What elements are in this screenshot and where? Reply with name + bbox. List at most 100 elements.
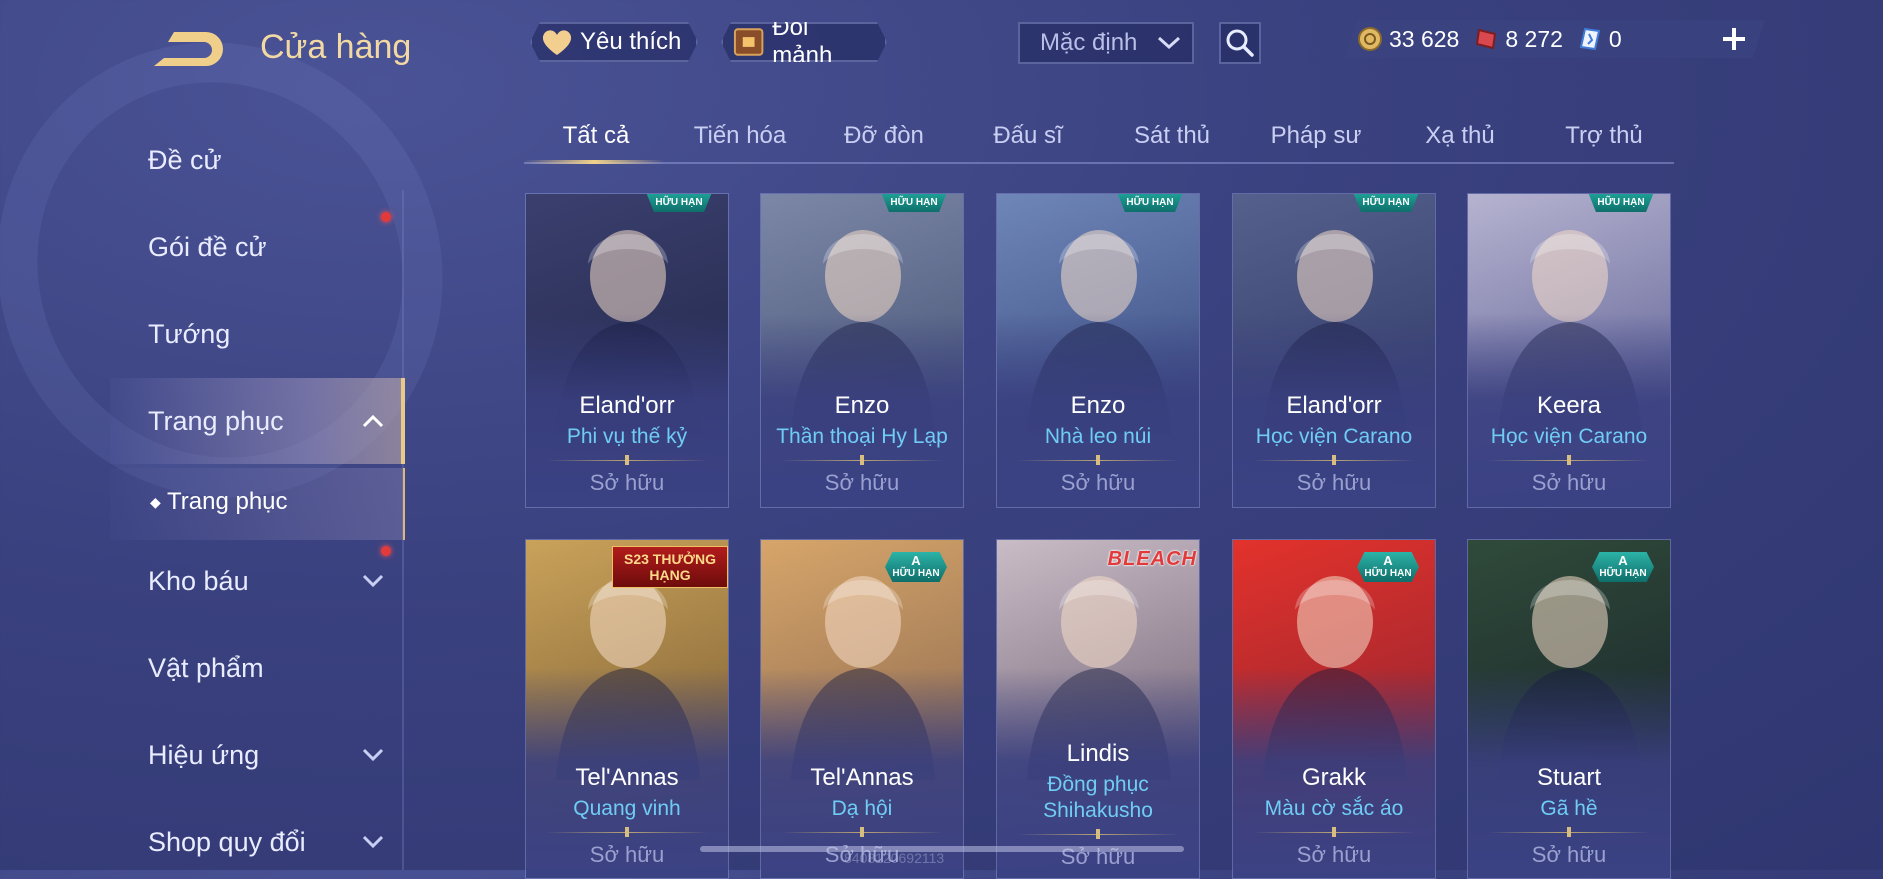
- hero-name: Tel'Annas: [575, 764, 679, 791]
- skin-card[interactable]: HỮU HẠN Keera Học viện Carano Sở hữu: [1467, 193, 1671, 508]
- skin-card[interactable]: A HỮU HẠN Stuart Gã hề Sở hữu: [1467, 539, 1671, 879]
- skin-name: Dạ hội: [831, 797, 893, 820]
- owned-status: Sở hữu: [824, 470, 900, 495]
- category-tabs: Tất cả Tiến hóa Đỡ đòn Đấu sĩ Sát thủ Ph…: [524, 112, 1674, 164]
- rank-letter: A: [1618, 553, 1628, 568]
- notification-dot: [381, 212, 391, 222]
- hero-name: Stuart: [1536, 764, 1602, 791]
- rank-a-limited-badge: A HỮU HẠN: [1592, 552, 1654, 582]
- tab-tank[interactable]: Đỡ đòn: [812, 112, 956, 160]
- chevron-down-icon: [362, 835, 384, 849]
- notification-dot: [381, 546, 391, 556]
- card-divider: [546, 460, 708, 461]
- card-divider: [781, 832, 943, 833]
- hero-name: Eland'orr: [579, 392, 675, 419]
- sidebar-item-label: Tướng: [148, 319, 231, 349]
- skin-card[interactable]: HỮU HẠN Eland'orr Học viện Carano Sở hữu: [1232, 193, 1436, 508]
- event-tag: S23 THƯỞNG HẠNG: [612, 546, 728, 588]
- skin-card[interactable]: BLEACH Lindis Đồng phục Shihakusho Sở hữu: [996, 539, 1200, 879]
- sidebar-subitem-label: Trang phục: [167, 488, 288, 515]
- chevron-down-icon: [362, 748, 384, 762]
- tab-all[interactable]: Tất cả: [524, 112, 668, 160]
- currency-bar: 33 628 8 272 0: [1345, 20, 1765, 58]
- rank-a-limited-badge: A HỮU HẠN: [1357, 552, 1419, 582]
- add-currency-button[interactable]: [1718, 20, 1750, 58]
- sidebar-item-label: Vật phẩm: [148, 653, 264, 683]
- gold-currency: 33 628: [1357, 26, 1459, 53]
- active-tab-indicator: [524, 160, 664, 164]
- skin-card[interactable]: A HỮU HẠN Tel'Annas Dạ hội Sở hữu: [760, 539, 964, 879]
- voucher-amount: 8 272: [1505, 25, 1563, 52]
- tab-assassin[interactable]: Sát thủ: [1100, 112, 1244, 160]
- card-divider: [1017, 834, 1179, 835]
- sidebar-subitem-skins[interactable]: ◆ Trang phục: [150, 488, 288, 516]
- limited-label: HỮU HẠN: [1364, 568, 1412, 579]
- skin-card[interactable]: HỮU HẠN Enzo Nhà leo núi Sở hữu: [996, 193, 1200, 508]
- hero-name: Eland'orr: [1286, 392, 1382, 419]
- card-divider: [1253, 832, 1415, 833]
- sidebar-item-recommended-packs[interactable]: Gói đề cử: [148, 227, 403, 267]
- hero-name: Enzo: [834, 392, 890, 419]
- chevron-down-icon: [362, 574, 384, 588]
- skin-name: Thần thoại Hy Lạp: [776, 425, 948, 448]
- skin-name: Học viện Carano: [1490, 425, 1648, 448]
- rank-letter: A: [911, 553, 921, 568]
- hero-name: Lindis: [1066, 740, 1130, 767]
- sidebar-item-effects[interactable]: Hiệu ứng: [148, 735, 403, 775]
- hero-name: Tel'Annas: [810, 764, 914, 791]
- rank-letter: A: [1383, 553, 1393, 568]
- gold-coin-icon: [1357, 26, 1383, 52]
- card-divider: [1253, 460, 1415, 461]
- tab-fighter[interactable]: Đấu sĩ: [956, 112, 1100, 160]
- owned-status: Sở hữu: [1296, 842, 1372, 867]
- tabs-underline: [524, 162, 1674, 164]
- sort-dropdown[interactable]: Mặc định: [1018, 22, 1194, 64]
- tab-evolution[interactable]: Tiến hóa: [668, 112, 812, 160]
- owned-status: Sở hữu: [589, 842, 665, 867]
- sidebar-item-heroes[interactable]: Tướng: [148, 314, 403, 354]
- heart-icon: [540, 27, 574, 57]
- hero-name: Grakk: [1301, 764, 1366, 791]
- tab-marksman[interactable]: Xạ thủ: [1388, 112, 1532, 160]
- owned-status: Sở hữu: [1531, 470, 1607, 495]
- tab-support[interactable]: Trợ thủ: [1532, 112, 1676, 160]
- back-button[interactable]: [146, 24, 226, 74]
- search-icon: [1226, 29, 1254, 57]
- fragment-exchange-button[interactable]: Đổi mảnh: [721, 22, 887, 62]
- sidebar-item-skins[interactable]: Trang phục: [148, 401, 403, 441]
- skin-name: Màu cờ sắc áo: [1264, 797, 1404, 820]
- sidebar-item-exchange-shop[interactable]: Shop quy đổi: [148, 822, 403, 862]
- favorites-label: Yêu thích: [580, 28, 682, 55]
- owned-status: Sở hữu: [589, 470, 665, 495]
- sidebar-item-label: Shop quy đổi: [148, 827, 306, 857]
- chevron-up-icon: [362, 414, 384, 428]
- sidebar-item-label: Đề cử: [148, 145, 222, 175]
- treasure-chest-icon: [731, 25, 766, 59]
- sidebar-item-treasure[interactable]: Kho báu: [148, 561, 403, 601]
- favorites-button[interactable]: Yêu thích: [530, 22, 698, 62]
- skin-card[interactable]: S23 THƯỞNG HẠNG Tel'Annas Quang vinh Sở hữu: [525, 539, 729, 879]
- skin-name: Đồng phục Shihakusho: [1043, 773, 1153, 822]
- diamond-bullet-icon: ◆: [150, 494, 161, 510]
- skin-name: Phi vụ thế kỷ: [566, 425, 688, 448]
- sort-value: Mặc định: [1040, 29, 1138, 56]
- skin-name: Gã hề: [1540, 797, 1598, 820]
- plus-icon: [1723, 28, 1745, 50]
- hero-name: Keera: [1536, 392, 1602, 419]
- skin-card[interactable]: A HỮU HẠN Grakk Màu cờ sắc áo Sở hữu: [1232, 539, 1436, 879]
- limited-badge: HỮU HẠN: [881, 194, 947, 212]
- tab-mage[interactable]: Pháp sư: [1244, 112, 1388, 160]
- search-button[interactable]: [1219, 22, 1261, 64]
- sidebar-item-label: Kho báu: [148, 566, 249, 596]
- limited-badge: HỮU HẠN: [1117, 194, 1183, 212]
- sidebar-item-recommended[interactable]: Đề cử: [148, 140, 403, 180]
- sidebar-item-items[interactable]: Vật phẩm: [148, 648, 403, 688]
- owned-status: Sở hữu: [1296, 470, 1372, 495]
- skin-card[interactable]: HỮU HẠN Enzo Thần thoại Hy Lạp Sở hữu: [760, 193, 964, 508]
- sidebar-item-label: Trang phục: [148, 406, 284, 436]
- skin-card[interactable]: HỮU HẠN Eland'orr Phi vụ thế kỷ Sở hữu: [525, 193, 729, 508]
- limited-badge: HỮU HẠN: [646, 194, 712, 212]
- skin-name: Quang vinh: [573, 797, 681, 820]
- rank-a-limited-badge: A HỮU HẠN: [885, 552, 947, 582]
- token-amount: 0: [1608, 25, 1622, 52]
